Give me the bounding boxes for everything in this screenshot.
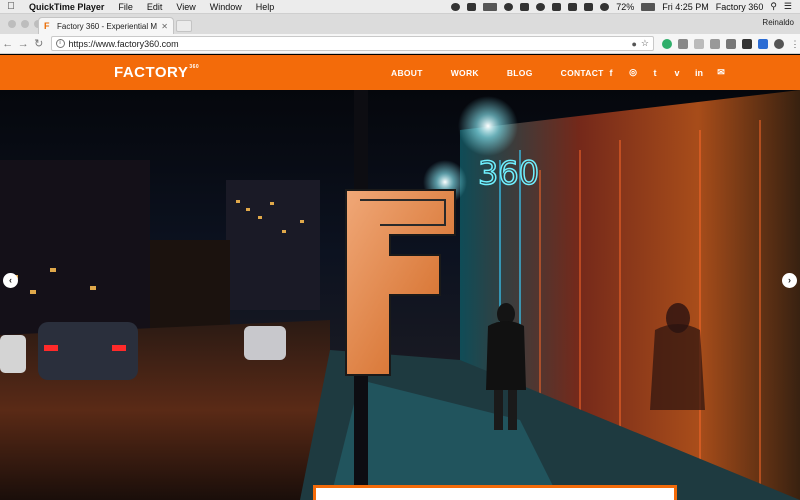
- menu-file[interactable]: File: [111, 2, 140, 12]
- extension-dark-icon[interactable]: [742, 38, 752, 49]
- extension-blue-icon[interactable]: [758, 38, 768, 49]
- extension-round-icon[interactable]: [774, 38, 784, 49]
- battery-percent[interactable]: 72%: [616, 2, 634, 12]
- logo-text: FACTORY: [114, 64, 189, 81]
- shadow-figure: [650, 324, 705, 410]
- social-links: f ◎ t v in ✉: [606, 55, 726, 90]
- linkedin-icon[interactable]: in: [694, 68, 704, 78]
- extension-grey-icon[interactable]: [678, 38, 688, 49]
- slider-prev-button[interactable]: ‹: [3, 273, 18, 288]
- back-icon[interactable]: ←: [0, 38, 16, 50]
- status-icon[interactable]: [467, 2, 477, 11]
- facebook-icon[interactable]: f: [606, 68, 616, 78]
- wifi-icon[interactable]: [600, 2, 610, 11]
- menu-help[interactable]: Help: [249, 2, 282, 12]
- notification-center-icon[interactable]: ☰: [784, 1, 792, 12]
- browser-toolbar: ← → ↻ i https://www.factory360.com ● ☆ ⋮: [0, 34, 800, 54]
- profile-button[interactable]: Reinaldo: [762, 18, 794, 27]
- nav-work[interactable]: WORK: [451, 68, 479, 78]
- nav-contact[interactable]: CONTACT: [561, 68, 604, 78]
- bookmark-star-icon[interactable]: ☆: [641, 38, 649, 49]
- status-box-icon[interactable]: [483, 2, 498, 11]
- building-center: [226, 180, 320, 310]
- bluetooth-icon[interactable]: [552, 2, 562, 11]
- macos-menu-bar:  QuickTime Player File Edit View Window…: [0, 0, 800, 14]
- logo-mark: 360: [189, 64, 200, 70]
- site-header: FACTORY360 ABOUT WORK BLOG CONTACT f ◎ t…: [0, 55, 800, 90]
- menu-window[interactable]: Window: [203, 2, 249, 12]
- neon-360-sign: 360: [478, 154, 539, 192]
- twitter-icon[interactable]: t: [650, 68, 660, 78]
- extension-green-icon[interactable]: [662, 38, 672, 49]
- nav-about[interactable]: ABOUT: [391, 68, 423, 78]
- extension-box-icon[interactable]: [726, 38, 736, 49]
- tab-title: Factory 360 - Experiential Ma: [57, 21, 158, 31]
- reload-icon[interactable]: ↻: [31, 37, 47, 50]
- site-info-icon[interactable]: i: [55, 39, 65, 48]
- factory-logo[interactable]: FACTORY360: [114, 64, 199, 81]
- extension-icons: ⋮: [662, 38, 800, 49]
- pedestrian-body: [486, 321, 526, 390]
- evernote-icon[interactable]: [451, 2, 461, 11]
- browser-tab[interactable]: F Factory 360 - Experiential Ma ✕: [38, 17, 174, 34]
- big-f-sign: [345, 189, 456, 376]
- menu-clock[interactable]: Fri 4:25 PM: [662, 2, 709, 12]
- email-icon[interactable]: ✉: [716, 67, 726, 78]
- extension-badge-icon[interactable]: ●: [631, 39, 636, 49]
- url-text[interactable]: https://www.factory360.com: [69, 39, 628, 49]
- car-white: [244, 326, 286, 360]
- minimize-window-button[interactable]: [21, 20, 29, 28]
- address-bar[interactable]: i https://www.factory360.com ● ☆: [50, 36, 654, 51]
- hero-image: 360: [0, 90, 800, 500]
- apple-icon[interactable]: : [0, 1, 22, 12]
- menu-extras: 72% Fri 4:25 PM Factory 360 ⚲ ☰: [451, 1, 800, 12]
- extension-cast-icon[interactable]: [694, 38, 704, 49]
- vimeo-icon[interactable]: v: [672, 68, 682, 78]
- content-panel-top: [313, 485, 677, 500]
- menu-edit[interactable]: Edit: [140, 2, 170, 12]
- browser-tab-strip: F Factory 360 - Experiential Ma ✕ Reinal…: [0, 14, 800, 34]
- factory-favicon-icon: F: [44, 20, 50, 31]
- spotlight-icon[interactable]: ⚲: [770, 1, 777, 12]
- street-lamp-glow: [458, 96, 518, 156]
- volume-icon[interactable]: [584, 2, 594, 11]
- window-controls: [8, 20, 42, 28]
- new-tab-button[interactable]: [176, 20, 192, 32]
- dropbox-icon[interactable]: [520, 2, 530, 11]
- menu-user[interactable]: Factory 360: [716, 2, 764, 12]
- menu-view[interactable]: View: [169, 2, 202, 12]
- drive-icon[interactable]: [504, 2, 514, 11]
- battery-icon[interactable]: [641, 2, 656, 11]
- airplay-icon[interactable]: [568, 2, 578, 11]
- time-machine-icon[interactable]: [536, 2, 546, 11]
- building-mid: [150, 240, 230, 340]
- close-window-button[interactable]: [8, 20, 16, 28]
- hero-slider: 360 ‹ ›: [0, 90, 800, 500]
- nav-blog[interactable]: BLOG: [507, 68, 533, 78]
- forward-icon[interactable]: →: [16, 38, 32, 50]
- extension-screen-icon[interactable]: [710, 38, 720, 49]
- close-tab-icon[interactable]: ✕: [161, 22, 168, 31]
- building-left: [0, 160, 150, 340]
- instagram-icon[interactable]: ◎: [628, 67, 638, 78]
- main-nav: ABOUT WORK BLOG CONTACT: [391, 55, 632, 90]
- car-edge: [0, 335, 26, 373]
- browser-menu-icon[interactable]: ⋮: [790, 39, 800, 49]
- slider-next-button[interactable]: ›: [782, 273, 797, 288]
- menu-app-name[interactable]: QuickTime Player: [22, 2, 111, 12]
